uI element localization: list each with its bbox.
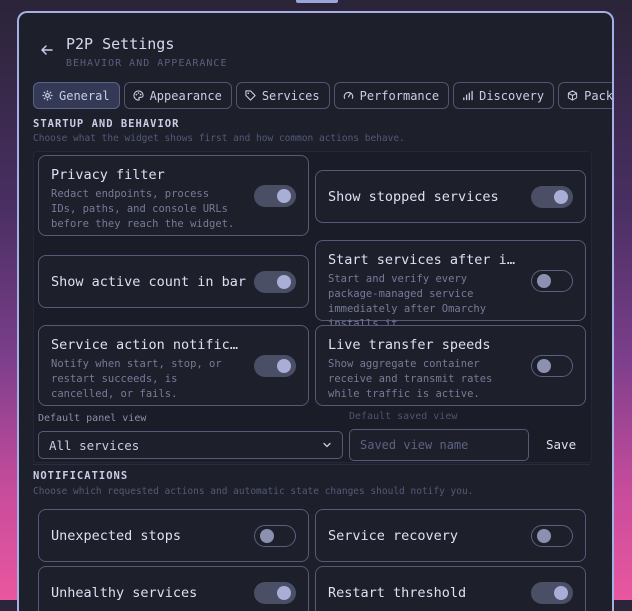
page-subtitle: BEHAVIOR AND APPEARANCE (66, 58, 228, 69)
tab-label: Appearance (149, 88, 222, 103)
save-button[interactable]: Save (546, 437, 576, 452)
unexpected-stops-toggle[interactable] (254, 524, 296, 547)
toggle-knob (260, 528, 274, 543)
tab-label: General (59, 88, 110, 103)
palette-icon (133, 90, 144, 101)
saved-view-name-input[interactable]: Saved view name (349, 429, 529, 461)
unhealthy-services-card: Unhealthy services (38, 566, 309, 611)
privacy-filter-toggle[interactable] (254, 184, 296, 207)
card-description: Notify when start, stop, or restart succ… (51, 358, 222, 400)
live-transfer-speeds-card: Live transfer speeds Show aggregate cont… (315, 325, 586, 406)
card-description: Show aggregate container receive and tra… (328, 358, 493, 400)
start-services-after-install-toggle[interactable] (531, 269, 573, 292)
default-panel-view-label: Default panel view (38, 413, 147, 424)
card-title: Show stopped services (328, 188, 499, 205)
section-heading-startup: STARTUP AND BEHAVIOR (33, 118, 180, 130)
card-title: Restart threshold (328, 584, 467, 601)
card-description: Start and verify every package-managed s… (328, 273, 487, 330)
signal-bars-icon (463, 90, 473, 101)
tab-label: Discovery (479, 88, 545, 103)
section-heading-notifications: NOTIFICATIONS (33, 470, 129, 482)
privacy-filter-card: Privacy filter Redact endpoints, process… (38, 155, 309, 236)
arrow-left-icon[interactable] (40, 43, 56, 59)
settings-window: P2P Settings BEHAVIOR AND APPEARANCE Gen… (17, 11, 614, 611)
default-panel-view-select[interactable]: All services (38, 431, 343, 459)
card-title: Unexpected stops (51, 527, 182, 544)
card-title: Live transfer speeds (328, 337, 491, 353)
gauge-icon (343, 91, 353, 99)
tab-services[interactable]: Services (235, 82, 330, 109)
service-action-notifications-toggle[interactable] (254, 354, 296, 377)
default-saved-view-label: Default saved view (349, 411, 458, 422)
toggle-knob (554, 189, 568, 204)
toggle-knob (277, 274, 291, 289)
tab-label: Performance (359, 88, 440, 103)
tab-bar: General Appearance Services Performance … (33, 82, 614, 109)
toggle-knob (277, 358, 291, 373)
restart-threshold-card: Restart threshold (315, 566, 586, 611)
tab-discovery[interactable]: Discovery (453, 82, 555, 109)
section-divider (33, 464, 590, 465)
restart-threshold-toggle[interactable] (531, 581, 573, 604)
card-title: Unhealthy services (51, 584, 198, 601)
tag-icon (245, 90, 256, 101)
tab-general[interactable]: General (33, 82, 120, 109)
section-description-notifications: Choose which requested actions and autom… (33, 486, 474, 497)
tab-label: Packages (584, 88, 614, 103)
card-description: Redact endpoints, process IDs, paths, an… (51, 188, 235, 230)
service-action-notifications-card: Service action notifica… Notify when sta… (38, 325, 309, 406)
tab-performance[interactable]: Performance (333, 82, 450, 109)
input-placeholder: Saved view name (360, 438, 469, 452)
select-value: All services (49, 437, 140, 453)
card-title: Start services after in… (328, 252, 518, 268)
card-title: Privacy filter (51, 167, 165, 183)
start-services-after-install-card: Start services after in… Start and verif… (315, 240, 586, 330)
show-active-count-toggle[interactable] (254, 270, 296, 293)
chevron-down-icon (323, 442, 331, 448)
section-description-startup: Choose what the widget shows first and h… (33, 133, 405, 144)
show-active-count-card: Show active count in bar (38, 255, 309, 308)
tab-label: Services (261, 88, 320, 103)
toggle-knob (277, 188, 291, 203)
show-stopped-services-toggle[interactable] (531, 185, 573, 208)
toggle-knob (537, 273, 551, 288)
tab-appearance[interactable]: Appearance (123, 82, 232, 109)
unhealthy-services-toggle[interactable] (254, 581, 296, 604)
gear-icon (42, 90, 53, 101)
card-title: Show active count in bar (51, 273, 247, 290)
package-icon (568, 90, 578, 101)
toggle-knob (537, 358, 551, 373)
window-indicator (296, 0, 338, 3)
service-recovery-toggle[interactable] (531, 524, 573, 547)
show-stopped-services-card: Show stopped services (315, 170, 586, 223)
page-title: P2P Settings (66, 35, 175, 53)
toggle-knob (554, 585, 568, 600)
toggle-knob (537, 528, 551, 543)
unexpected-stops-card: Unexpected stops (38, 509, 309, 562)
live-transfer-speeds-toggle[interactable] (531, 354, 573, 377)
service-recovery-card: Service recovery (315, 509, 586, 562)
toggle-knob (277, 585, 291, 600)
card-title: Service action notifica… (51, 337, 241, 353)
card-title: Service recovery (328, 527, 459, 544)
tab-packages[interactable]: Packages (558, 82, 614, 109)
